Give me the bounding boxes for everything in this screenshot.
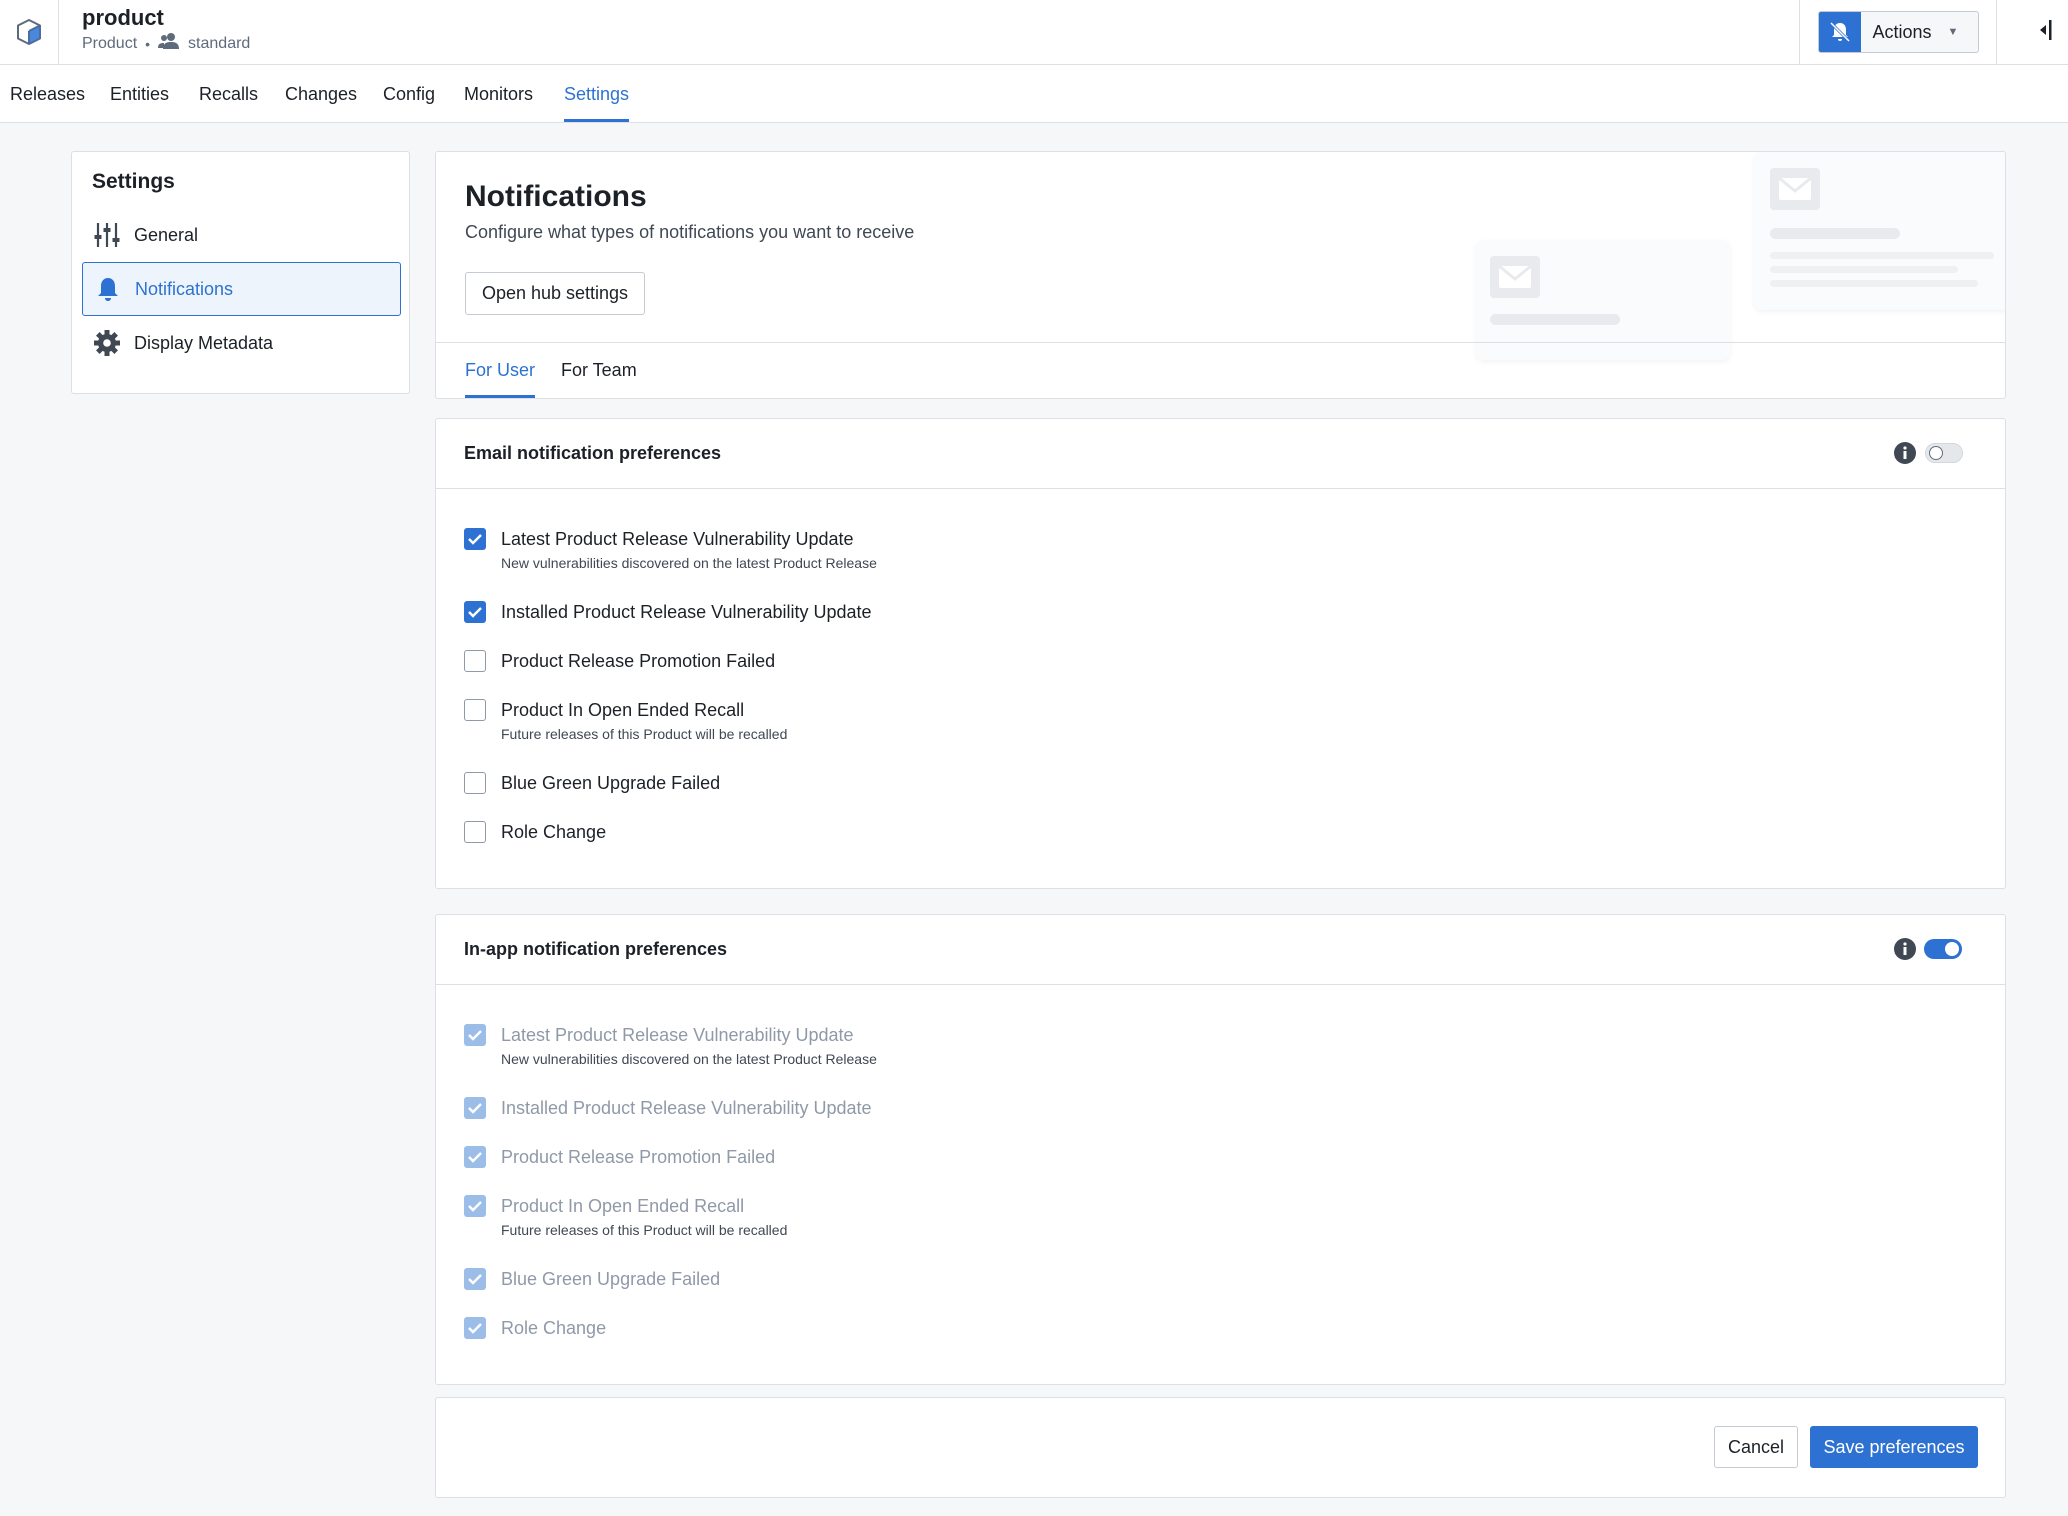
list-item: Blue Green Upgrade Failed (464, 1267, 720, 1291)
info-icon[interactable] (1894, 442, 1916, 464)
option-description: New vulnerabilities discovered on the la… (501, 555, 877, 571)
notifications-header-card: Notifications Configure what types of no… (435, 151, 2006, 399)
checkbox[interactable] (464, 528, 486, 550)
list-item: Product Release Promotion Failed (464, 1145, 775, 1169)
collapse-panel-icon[interactable] (2036, 18, 2054, 47)
option-label: Product In Open Ended Recall (501, 700, 745, 720)
option-label: Blue Green Upgrade Failed (501, 1269, 721, 1289)
email-preferences-header: Email notification preferences (436, 419, 2005, 489)
tab-entities[interactable]: Entities (110, 65, 169, 122)
bell-off-icon (1818, 12, 1861, 52)
checkbox[interactable] (464, 1024, 486, 1046)
title-block: product Product • standard (82, 4, 250, 56)
header-divider (436, 342, 2005, 343)
list-item: Installed Product Release Vulnerability … (464, 1096, 872, 1120)
sidebar-item-label: Notifications (135, 278, 234, 299)
list-item: Product Release Promotion Failed (464, 649, 775, 673)
option-description: Future releases of this Product will be … (501, 1222, 788, 1238)
option-label: Role Change (501, 1318, 607, 1338)
envelope-illustration-large (1754, 152, 2005, 310)
tab-for-team[interactable]: For Team (561, 360, 637, 398)
tab-releases[interactable]: Releases (10, 65, 85, 122)
sidebar-item-label: General (134, 224, 199, 245)
checkbox[interactable] (464, 650, 486, 672)
list-item: Product In Open Ended Recall Future rele… (464, 698, 787, 744)
sidebar-item-general[interactable]: General (82, 208, 401, 262)
checkbox[interactable] (464, 1097, 486, 1119)
role-label: standard (188, 35, 251, 52)
option-label: Role Change (501, 822, 607, 842)
settings-sidebar: Settings General Notifications Display M… (71, 151, 410, 394)
tab-config[interactable]: Config (383, 65, 435, 122)
tab-settings[interactable]: Settings (564, 65, 630, 122)
actions-label: Actions (1872, 21, 1932, 42)
option-label: Blue Green Upgrade Failed (501, 773, 721, 793)
open-hub-settings-button[interactable]: Open hub settings (465, 272, 645, 315)
info-icon[interactable] (1894, 938, 1916, 960)
top-bar: product Product • standard Actions ▼ (0, 0, 2068, 65)
checkbox[interactable] (464, 1195, 486, 1217)
envelope-icon (1490, 256, 1540, 298)
list-item: Role Change (464, 820, 606, 844)
main-tabs: Releases Entities Recalls Changes Config… (0, 65, 2068, 123)
inapp-notifications-toggle[interactable] (1924, 939, 1962, 959)
list-item: Latest Product Release Vulnerability Upd… (464, 1023, 877, 1069)
sidebar-item-display-metadata[interactable]: Display Metadata (82, 316, 401, 370)
email-preferences-card: Email notification preferences Latest Pr… (435, 418, 2006, 889)
checkbox[interactable] (464, 1317, 486, 1339)
email-preferences-title: Email notification preferences (464, 443, 722, 463)
inapp-preferences-card: In-app notification preferences Latest P… (435, 914, 2006, 1385)
type-label: Product (82, 35, 138, 52)
list-item: Blue Green Upgrade Failed (464, 771, 720, 795)
sidebar-title: Settings (92, 170, 175, 193)
product-cube-icon[interactable] (0, 0, 59, 64)
option-label: Installed Product Release Vulnerability … (501, 602, 872, 622)
bell-icon (93, 274, 123, 304)
sliders-icon (92, 220, 122, 250)
tab-for-user[interactable]: For User (465, 360, 536, 398)
footer-actions: Cancel Save preferences (435, 1397, 2006, 1498)
inapp-preferences-title: In-app notification preferences (464, 939, 728, 959)
list-item: Role Change (464, 1316, 606, 1340)
option-description: Future releases of this Product will be … (501, 726, 788, 742)
sidebar-item-label: Display Metadata (134, 332, 274, 353)
page-title: product (82, 5, 164, 30)
page-subtitle: Product • standard (82, 32, 250, 56)
checkbox[interactable] (464, 821, 486, 843)
cancel-button[interactable]: Cancel (1714, 1426, 1798, 1468)
people-icon (158, 32, 180, 56)
list-item: Latest Product Release Vulnerability Upd… (464, 527, 877, 573)
tab-changes[interactable]: Changes (285, 65, 357, 122)
tab-recalls[interactable]: Recalls (199, 65, 258, 122)
option-label: Latest Product Release Vulnerability Upd… (501, 529, 854, 549)
caret-down-icon: ▼ (1947, 26, 1959, 38)
save-preferences-button[interactable]: Save preferences (1810, 1426, 1978, 1468)
option-label: Installed Product Release Vulnerability … (501, 1098, 872, 1118)
notifications-title: Notifications (465, 180, 647, 213)
inapp-preferences-header: In-app notification preferences (436, 915, 2005, 985)
checkbox[interactable] (464, 772, 486, 794)
list-item: Product In Open Ended Recall Future rele… (464, 1194, 787, 1240)
option-label: Product In Open Ended Recall (501, 1196, 745, 1216)
option-label: Product Release Promotion Failed (501, 1147, 776, 1167)
list-item: Installed Product Release Vulnerability … (464, 600, 872, 624)
sidebar-item-notifications[interactable]: Notifications (82, 262, 401, 316)
actions-wrap: Actions ▼ (1799, 0, 1997, 64)
checkbox[interactable] (464, 1146, 486, 1168)
option-description: New vulnerabilities discovered on the la… (501, 1051, 877, 1067)
option-label: Latest Product Release Vulnerability Upd… (501, 1025, 854, 1045)
checkbox[interactable] (464, 1268, 486, 1290)
option-label: Product Release Promotion Failed (501, 651, 776, 671)
envelope-icon (1770, 168, 1820, 210)
actions-button[interactable]: Actions ▼ (1817, 11, 1979, 53)
notifications-description: Configure what types of notifications yo… (465, 222, 915, 242)
email-notifications-toggle[interactable] (1925, 443, 1963, 463)
checkbox[interactable] (464, 699, 486, 721)
tab-monitors[interactable]: Monitors (464, 65, 533, 122)
separator-dot: • (145, 36, 151, 52)
checkbox[interactable] (464, 601, 486, 623)
gear-icon (92, 328, 122, 358)
